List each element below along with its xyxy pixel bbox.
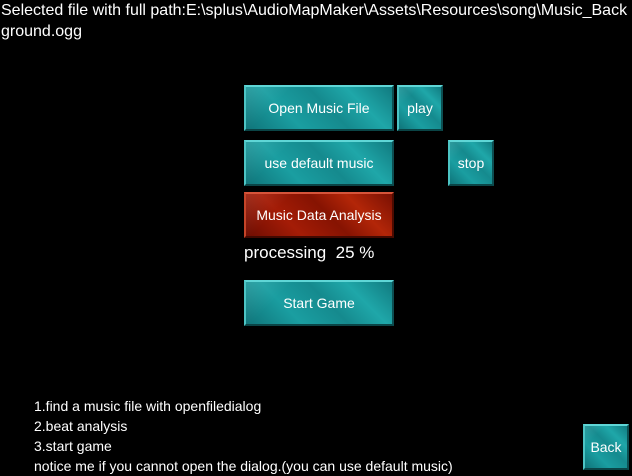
play-button[interactable]: play — [397, 85, 443, 131]
instructions-list: 1.find a music file with openfiledialog … — [34, 396, 453, 476]
start-game-button[interactable]: Start Game — [244, 280, 394, 326]
processing-status-text: processing 25 % — [244, 243, 375, 262]
music-data-analysis-label: Music Data Analysis — [256, 207, 382, 223]
use-default-music-button[interactable]: use default music — [244, 140, 394, 186]
back-button[interactable]: Back — [583, 424, 629, 470]
use-default-music-label: use default music — [264, 155, 374, 171]
music-data-analysis-button[interactable]: Music Data Analysis — [244, 192, 394, 238]
open-music-file-button[interactable]: Open Music File — [244, 85, 394, 131]
stop-label: stop — [457, 155, 485, 171]
instruction-line: notice me if you cannot open the dialog.… — [34, 458, 453, 474]
play-label: play — [407, 100, 433, 116]
back-label: Back — [590, 439, 622, 455]
stop-button[interactable]: stop — [448, 140, 494, 186]
instruction-line: 3.start game — [34, 438, 112, 454]
instruction-line: 2.beat analysis — [34, 418, 128, 434]
selected-file-path-text: Selected file with full path:E:\splus\Au… — [1, 2, 628, 40]
start-game-label: Start Game — [283, 295, 355, 311]
instruction-line: 1.find a music file with openfiledialog — [34, 398, 262, 414]
open-music-file-label: Open Music File — [268, 100, 370, 116]
